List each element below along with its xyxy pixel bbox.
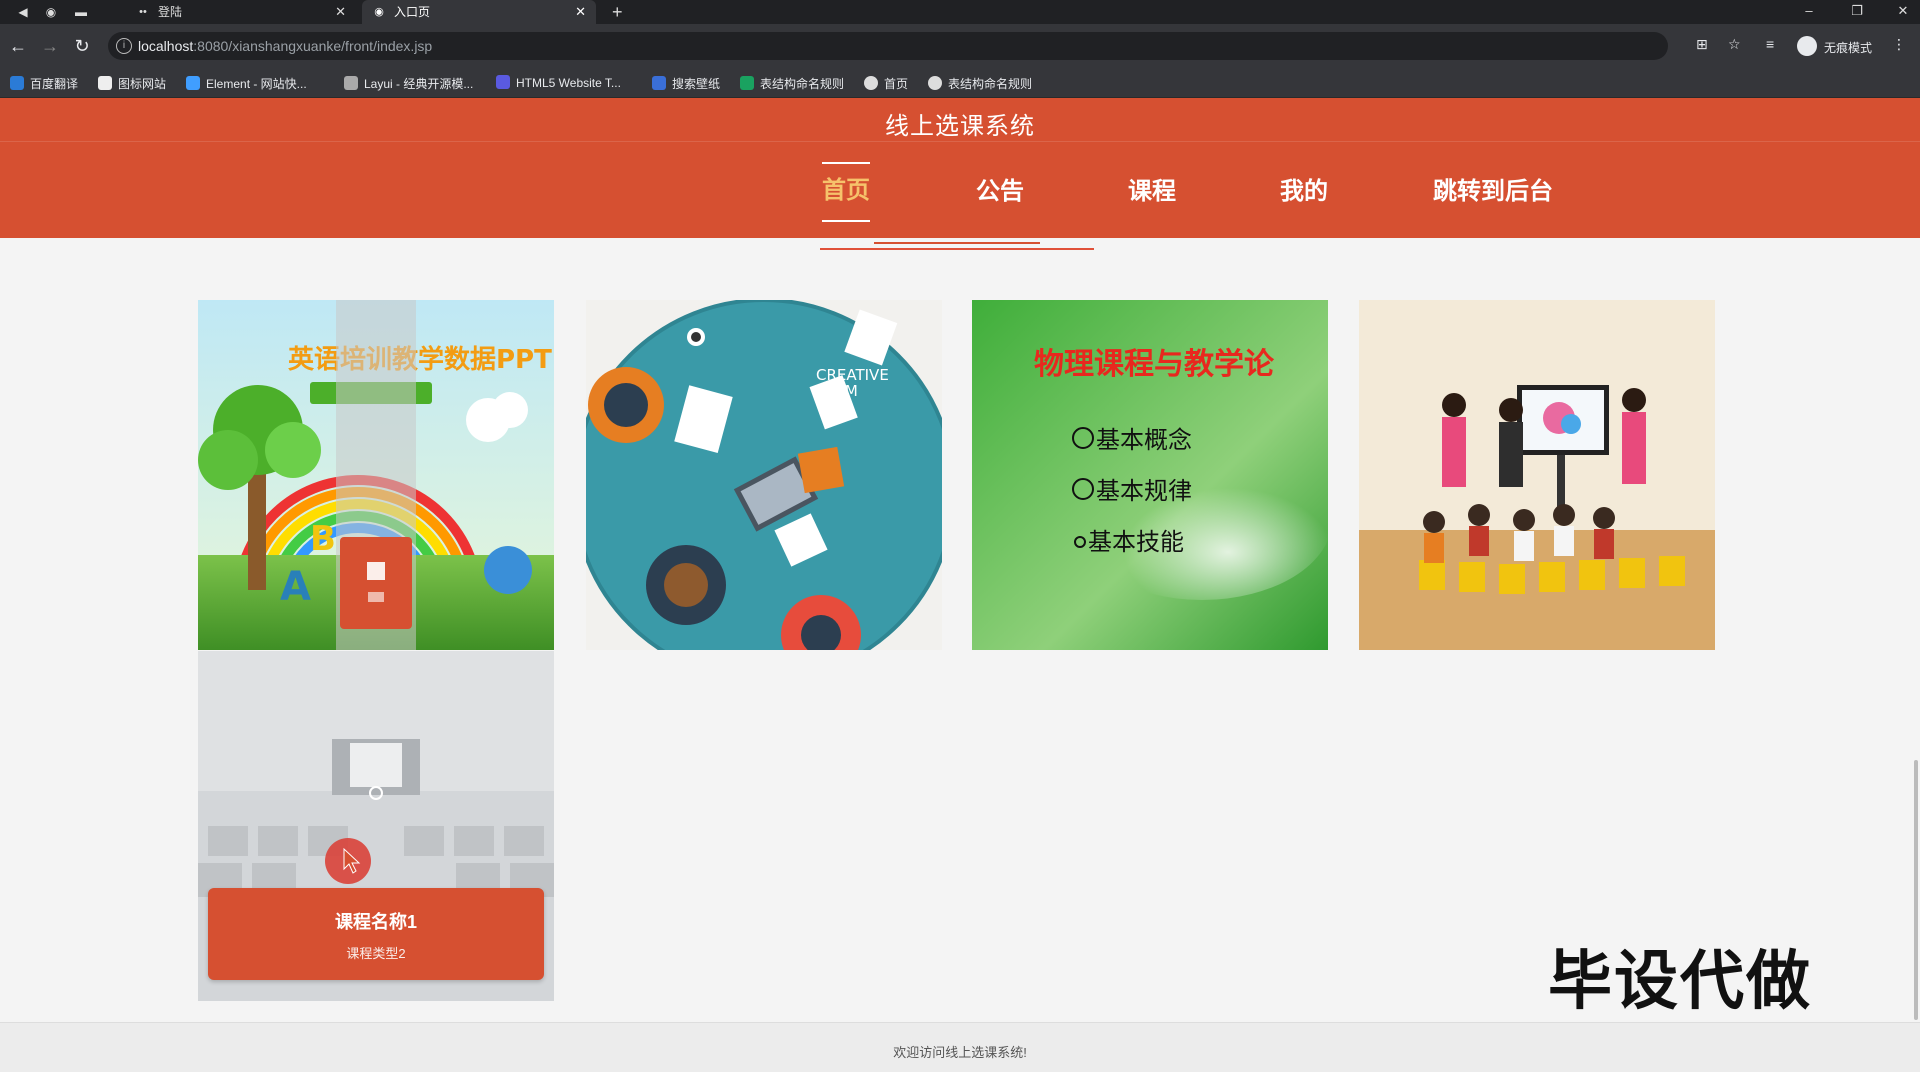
bookmark-item[interactable]: Element - 网站快... bbox=[186, 75, 307, 92]
course-image-creative-team: CREATIVE TEAM bbox=[586, 300, 942, 650]
header-divider bbox=[0, 141, 1920, 142]
course-type: 课程类型2 bbox=[346, 946, 406, 961]
bookmark-item[interactable]: 表结构命名规则 bbox=[740, 75, 844, 92]
layui-icon bbox=[344, 76, 358, 90]
wallpaper-icon bbox=[652, 76, 666, 90]
tab-index[interactable]: ◉ 入口页 ✕ bbox=[362, 0, 596, 24]
site-title: 线上选课系统 bbox=[885, 113, 1035, 140]
course-card[interactable]: 物理课程与教学论 基本概念 基本规律 基本技能 bbox=[972, 300, 1328, 650]
bullet-text: 基本概念 bbox=[1096, 426, 1192, 454]
bookmark-label: 搜索壁纸 bbox=[672, 77, 721, 91]
bookmark-label: Layui - 经典开源模... bbox=[364, 77, 474, 91]
address-bar: ← → ↻ i localhost:8080/xianshangxuanke/f… bbox=[0, 24, 1920, 68]
incognito-label[interactable]: 无痕模式 bbox=[1824, 39, 1872, 56]
browser-tab-strip: ◀ ◉ ▬ •• 登陆 ✕ ◉ 入口页 ✕ + – ❐ ✕ bbox=[0, 0, 1920, 24]
url-text: localhost:8080/xianshangxuanke/front/ind… bbox=[138, 38, 433, 54]
course-card[interactable]: CREATIVE TEAM bbox=[586, 300, 942, 650]
course-label[interactable]: 课程名称1 课程类型2 bbox=[208, 888, 544, 980]
element-icon bbox=[186, 76, 200, 90]
nav-decoration-line bbox=[820, 248, 1094, 250]
course-image-physics: 物理课程与教学论 基本概念 基本规律 基本技能 bbox=[972, 300, 1328, 650]
bookmark-label: 表结构命名规则 bbox=[948, 77, 1033, 91]
footer-text: 欢迎访问线上选课系统! bbox=[893, 1045, 1027, 1060]
tab-search-icon[interactable]: ≡ bbox=[1766, 36, 1774, 52]
bookmark-label: 百度翻译 bbox=[30, 77, 79, 91]
star-icon[interactable]: ☆ bbox=[1728, 36, 1741, 53]
tab-title: 入口页 bbox=[394, 5, 431, 19]
bookmark-label: 表结构命名规则 bbox=[760, 77, 845, 91]
nav-item-home[interactable]: 首页 bbox=[822, 162, 870, 222]
bookmark-item[interactable]: 百度翻译 bbox=[10, 75, 78, 92]
main-nav: 首页 公告 课程 我的 跳转到后台 bbox=[0, 162, 1920, 222]
globe-icon: ◉ bbox=[374, 6, 384, 18]
hover-overlay bbox=[198, 300, 554, 650]
nav-item-courses[interactable]: 课程 bbox=[1128, 162, 1176, 222]
course-image-classroom bbox=[1359, 300, 1715, 650]
scrollbar-thumb[interactable] bbox=[1914, 760, 1918, 1020]
flag-icon bbox=[98, 76, 112, 90]
bookmarks-bar: 百度翻译 图标网站 Element - 网站快... Layui - 经典开源模… bbox=[0, 68, 1920, 98]
reload-icon[interactable]: ↻ bbox=[70, 34, 94, 58]
watermark-text: 毕设代做 bbox=[1548, 945, 1812, 1019]
close-icon[interactable]: ✕ bbox=[335, 0, 346, 24]
restore-icon[interactable]: ❐ bbox=[1842, 0, 1872, 24]
globe-icon bbox=[928, 76, 942, 90]
course-name: 课程名称1 bbox=[334, 912, 417, 932]
incognito-icon bbox=[1797, 36, 1817, 56]
image-caption: 物理课程与教学论 bbox=[1034, 347, 1275, 382]
bookmark-label: Element - 网站快... bbox=[206, 77, 307, 91]
course-card[interactable]: 英语培训教学数据PPT A B bbox=[198, 300, 554, 650]
bookmark-label: 图标网站 bbox=[118, 77, 167, 91]
minimize-icon[interactable]: – bbox=[1794, 0, 1824, 24]
window-icon[interactable]: ▬ bbox=[72, 3, 90, 21]
close-window-icon[interactable]: ✕ bbox=[1888, 0, 1918, 24]
bullet-text: 基本技能 bbox=[1088, 528, 1184, 556]
menu-icon[interactable]: ⋮ bbox=[1892, 36, 1906, 53]
svg-text:TEAM: TEAM bbox=[815, 382, 858, 400]
translate-icon[interactable]: ⊞ bbox=[1696, 36, 1708, 53]
bookmark-item[interactable]: 搜索壁纸 bbox=[652, 75, 720, 92]
new-tab-button[interactable]: + bbox=[612, 0, 623, 24]
tab-login[interactable]: •• 登陆 ✕ bbox=[126, 0, 356, 24]
site-footer: 欢迎访问线上选课系统! bbox=[0, 1022, 1920, 1072]
bookmark-item[interactable]: 首页 bbox=[864, 75, 908, 92]
speaker-icon[interactable]: ◀ bbox=[14, 3, 32, 21]
info-icon[interactable]: i bbox=[116, 38, 132, 54]
nav-item-mine[interactable]: 我的 bbox=[1280, 162, 1328, 222]
course-card[interactable] bbox=[1359, 300, 1715, 650]
forward-icon[interactable]: → bbox=[38, 34, 62, 58]
site-header: 线上选课系统 首页 公告 课程 我的 跳转到后台 bbox=[0, 98, 1920, 238]
url-input[interactable]: i localhost:8080/xianshangxuanke/front/i… bbox=[108, 32, 1668, 60]
sheet-icon bbox=[740, 76, 754, 90]
nav-item-announcements[interactable]: 公告 bbox=[976, 162, 1024, 222]
bookmark-label: HTML5 Website T... bbox=[516, 76, 621, 90]
course-card[interactable]: 课程名称1 课程类型2 bbox=[198, 651, 554, 1001]
bookmark-icon bbox=[10, 76, 24, 90]
tab-title: 登陆 bbox=[158, 5, 183, 19]
globe-icon bbox=[864, 76, 878, 90]
bookmark-item[interactable]: HTML5 Website T... bbox=[496, 75, 621, 90]
bullet-text: 基本规律 bbox=[1096, 477, 1192, 505]
bookmark-item[interactable]: 图标网站 bbox=[98, 75, 166, 92]
nav-decoration-line bbox=[874, 242, 1040, 244]
loading-icon: •• bbox=[139, 6, 147, 18]
globe-icon[interactable]: ◉ bbox=[42, 3, 60, 21]
html5-icon bbox=[496, 75, 510, 89]
bookmark-item[interactable]: Layui - 经典开源模... bbox=[344, 75, 473, 92]
close-icon[interactable]: ✕ bbox=[575, 0, 586, 24]
back-icon[interactable]: ← bbox=[6, 34, 30, 58]
bookmark-item[interactable]: 表结构命名规则 bbox=[928, 75, 1032, 92]
nav-item-admin[interactable]: 跳转到后台 bbox=[1433, 162, 1553, 222]
bookmark-label: 首页 bbox=[884, 77, 909, 91]
